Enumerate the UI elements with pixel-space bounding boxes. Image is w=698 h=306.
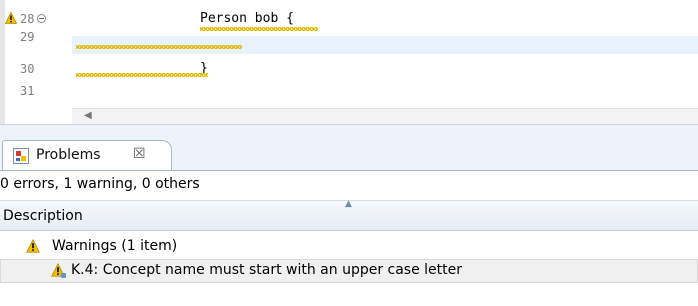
line-number: 31 — [20, 84, 35, 98]
problems-summary: 0 errors, 1 warning, 0 others — [0, 176, 200, 192]
close-icon[interactable]: ☒ — [133, 146, 146, 162]
editor-line[interactable]: 28 Person bob { — [0, 10, 698, 28]
code-editor[interactable]: 28 Person bob { 29 30 } 31 ◀ — [0, 0, 698, 125]
column-header-description[interactable]: Description ▲ — [0, 199, 698, 231]
line-number: 29 — [20, 30, 35, 44]
editor-line[interactable]: 31 — [0, 82, 698, 100]
warning-squiggle — [76, 45, 242, 49]
problem-row[interactable]: K.4: Concept name must start with an upp… — [0, 259, 698, 283]
view-tab-bar: Problems ☒ — [0, 124, 698, 171]
tree-group-warnings[interactable]: Warnings (1 item) — [0, 235, 698, 259]
column-header-label: Description — [3, 208, 83, 224]
warning-icon — [51, 263, 66, 278]
collapse-icon[interactable] — [37, 14, 46, 23]
sort-ascending-icon: ▲ — [345, 199, 352, 209]
tree-group-label: Warnings (1 item) — [52, 238, 178, 254]
code-text: Person bob { — [200, 11, 294, 26]
scroll-left-arrow-icon[interactable]: ◀ — [84, 110, 92, 121]
problems-view-icon — [13, 148, 29, 164]
warning-squiggle — [76, 73, 208, 77]
problem-description: K.4: Concept name must start with an upp… — [71, 262, 463, 278]
line-number: 28 — [20, 12, 35, 26]
warning-icon — [26, 239, 40, 253]
warning-icon[interactable] — [5, 12, 17, 24]
editor-line[interactable]: 29 — [0, 28, 698, 46]
tab-label: Problems — [36, 147, 101, 163]
line-number: 30 — [20, 62, 35, 76]
tab-problems[interactable]: Problems ☒ — [2, 140, 172, 171]
horizontal-scrollbar[interactable]: ◀ — [72, 108, 698, 125]
